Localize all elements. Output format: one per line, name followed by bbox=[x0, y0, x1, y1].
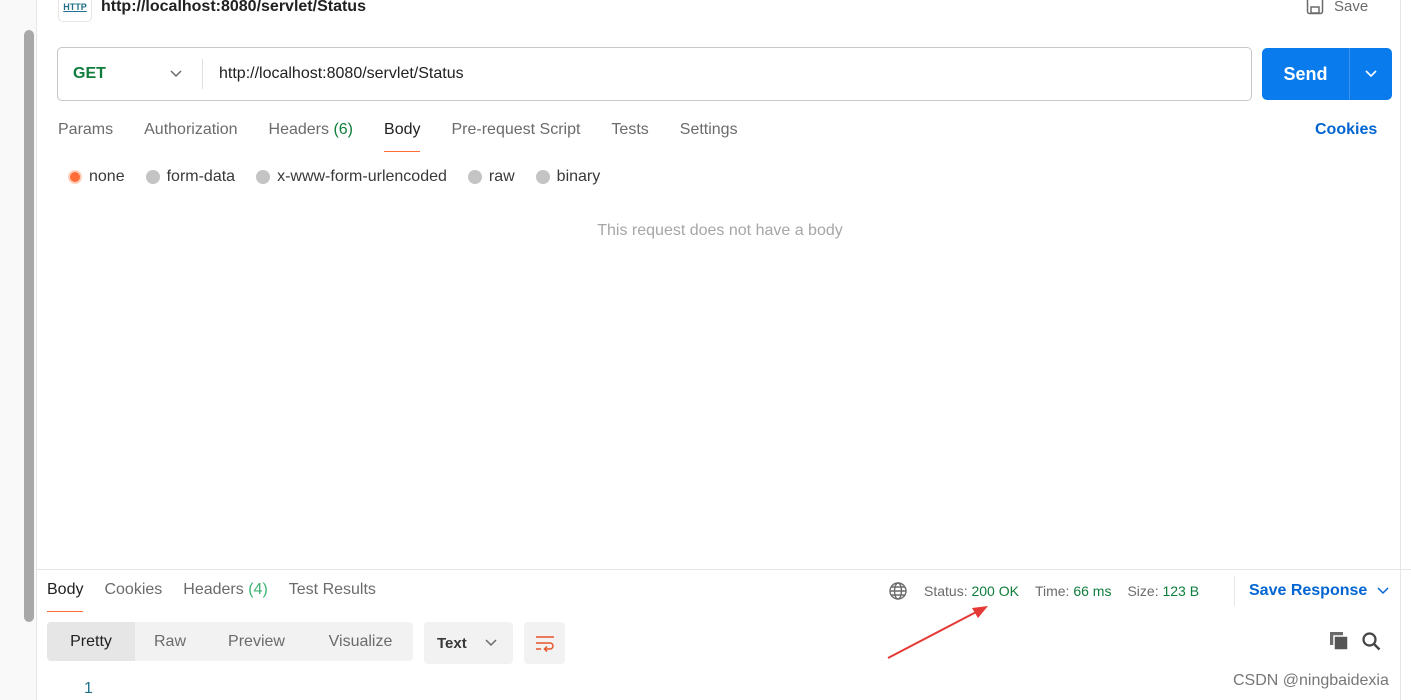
status-label: Status: bbox=[924, 583, 968, 599]
size-label: Size: bbox=[1127, 583, 1159, 599]
right-edge-divider bbox=[1400, 0, 1401, 700]
radio-label: none bbox=[89, 168, 125, 185]
response-tab-cookies[interactable]: Cookies bbox=[104, 581, 162, 612]
pane-divider[interactable] bbox=[37, 569, 1411, 570]
status-readout[interactable]: Status: 200 OK bbox=[924, 583, 1019, 599]
http-request-icon: HTTP bbox=[58, 0, 92, 22]
method-label: GET bbox=[73, 65, 106, 82]
url-bar: GET http://localhost:8080/servlet/Status bbox=[57, 47, 1252, 101]
response-tab-test-results[interactable]: Test Results bbox=[289, 581, 376, 612]
save-response-button[interactable]: Save Response bbox=[1234, 576, 1389, 606]
save-response-label: Save Response bbox=[1249, 582, 1368, 599]
size-readout[interactable]: Size: 123 B bbox=[1127, 583, 1199, 599]
radio-label: raw bbox=[488, 168, 515, 185]
annotation-arrow bbox=[887, 606, 988, 659]
radio-dot bbox=[256, 170, 271, 184]
radio-label: binary bbox=[556, 168, 601, 185]
search-icon[interactable] bbox=[1361, 631, 1381, 651]
view-raw[interactable]: Raw bbox=[135, 622, 205, 661]
send-button[interactable]: Send bbox=[1262, 48, 1392, 100]
format-select[interactable]: Text bbox=[424, 622, 513, 664]
chevron-down-icon bbox=[1377, 587, 1389, 595]
radio-dot bbox=[467, 170, 482, 184]
method-select[interactable]: GET bbox=[58, 59, 203, 89]
radio-form-data[interactable]: form-data bbox=[145, 168, 236, 186]
chevron-down-icon bbox=[170, 70, 182, 78]
body-type-radios: none form-data x-www-form-urlencoded raw… bbox=[68, 168, 600, 186]
chevron-down-icon bbox=[485, 639, 497, 647]
wrap-lines-icon bbox=[535, 636, 554, 652]
headers-count: (6) bbox=[333, 121, 354, 138]
size-value: 123 B bbox=[1162, 583, 1200, 599]
line-number: 1 bbox=[84, 680, 93, 697]
radio-label: form-data bbox=[166, 168, 236, 185]
response-tab-body[interactable]: Body bbox=[47, 581, 84, 612]
cookies-link[interactable]: Cookies bbox=[1315, 121, 1377, 139]
response-actions bbox=[1329, 631, 1381, 651]
view-pretty[interactable]: Pretty bbox=[47, 622, 135, 661]
time-label: Time: bbox=[1034, 583, 1070, 599]
save-icon bbox=[1306, 0, 1324, 15]
radio-x-www-form-urlencoded[interactable]: x-www-form-urlencoded bbox=[256, 168, 447, 186]
copy-icon[interactable] bbox=[1329, 631, 1349, 651]
radio-none[interactable]: none bbox=[68, 168, 125, 186]
status-value: 200 OK bbox=[971, 583, 1019, 599]
response-tab-headers[interactable]: Headers (4) bbox=[183, 581, 268, 612]
response-view-switch: Pretty Raw Preview Visualize bbox=[47, 622, 413, 661]
send-label: Send bbox=[1262, 48, 1350, 100]
radio-dot bbox=[535, 170, 550, 184]
time-readout[interactable]: Time: 66 ms bbox=[1035, 583, 1112, 599]
send-options-button[interactable] bbox=[1350, 48, 1392, 100]
request-title[interactable]: http://localhost:8080/servlet/Status bbox=[101, 0, 366, 16]
radio-binary[interactable]: binary bbox=[535, 168, 601, 186]
request-tabs: Params Authorization Headers (6) Body Pr… bbox=[58, 121, 738, 152]
no-body-message: This request does not have a body bbox=[597, 222, 843, 239]
tab-authorization[interactable]: Authorization bbox=[144, 121, 237, 152]
tab-body[interactable]: Body bbox=[384, 121, 421, 152]
sidebar-scrollbar[interactable] bbox=[24, 30, 34, 622]
tab-params[interactable]: Params bbox=[58, 121, 113, 152]
url-input[interactable]: http://localhost:8080/servlet/Status bbox=[203, 65, 464, 83]
tab-pre-request-script[interactable]: Pre-request Script bbox=[451, 121, 580, 152]
headers-count: (4) bbox=[248, 581, 268, 598]
view-preview[interactable]: Preview bbox=[205, 622, 308, 661]
wrap-lines-button[interactable] bbox=[524, 622, 565, 664]
radio-label: x-www-form-urlencoded bbox=[277, 168, 447, 185]
format-label: Text bbox=[437, 634, 467, 652]
radio-raw[interactable]: raw bbox=[467, 168, 515, 186]
view-visualize[interactable]: Visualize bbox=[308, 622, 413, 661]
tab-label: Headers bbox=[268, 121, 329, 138]
save-button[interactable]: Save bbox=[1306, 0, 1368, 15]
tab-tests[interactable]: Tests bbox=[611, 121, 648, 152]
save-label: Save bbox=[1334, 0, 1369, 15]
watermark: CSDN @ningbaidexia bbox=[1233, 672, 1389, 689]
tab-headers[interactable]: Headers (6) bbox=[269, 121, 354, 152]
time-value: 66 ms bbox=[1073, 583, 1112, 599]
chevron-down-icon bbox=[1365, 70, 1377, 78]
tab-settings[interactable]: Settings bbox=[680, 121, 738, 152]
response-tabs: Body Cookies Headers (4) Test Results bbox=[47, 581, 376, 612]
radio-dot bbox=[68, 170, 82, 184]
tab-label: Headers bbox=[183, 581, 244, 598]
radio-dot bbox=[145, 170, 160, 184]
